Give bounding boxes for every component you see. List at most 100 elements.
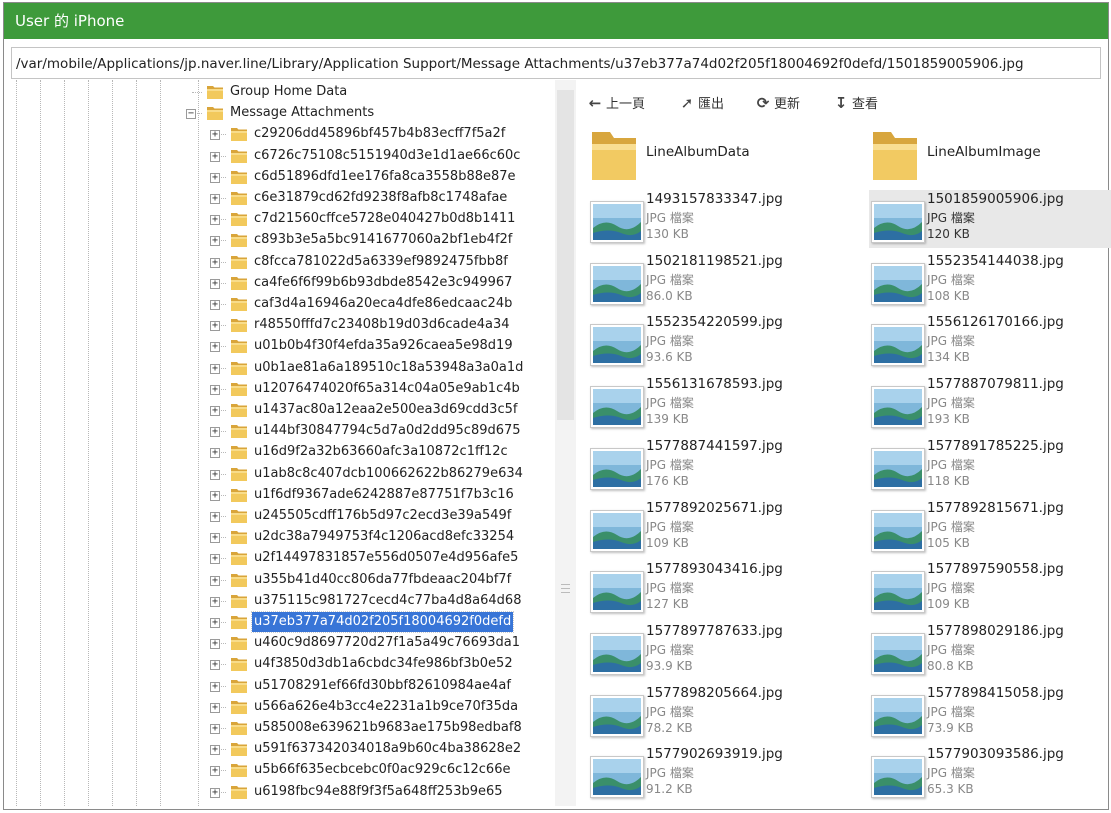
file-tile[interactable]: 1577897787633.jpg JPG 檔案 93.9 KB: [588, 622, 858, 680]
tree-node[interactable]: + u1f6df9367ade6242887e87751f7b3c16: [8, 485, 554, 505]
tree-node[interactable]: + u01b0b4f30f4efda35a926caea5e98d19: [8, 336, 554, 356]
expand-icon[interactable]: +: [210, 236, 220, 247]
folder-tile[interactable]: LineAlbumImage: [869, 126, 1111, 186]
tree-node[interactable]: + u585008e639621b9683ae175b98edbaf8: [8, 718, 554, 738]
tree-node[interactable]: + c29206dd45896bf457b4b83ecff7f5a2f: [8, 124, 554, 144]
tree-node[interactable]: + u460c9d8697720d27f1a5a49c76693da1: [8, 633, 554, 653]
expand-icon[interactable]: +: [210, 215, 220, 226]
file-tile[interactable]: 1577897590558.jpg JPG 檔案 109 KB: [869, 560, 1111, 618]
tree-node[interactable]: + r48550fffd7c23408b19d03d6cade4a34: [8, 315, 554, 335]
expand-icon[interactable]: +: [210, 575, 220, 586]
expand-icon[interactable]: +: [210, 406, 220, 416]
tree-node[interactable]: + u6198fbc94e88f9f3f5a648ff253b9e65: [8, 782, 554, 802]
expand-icon[interactable]: +: [210, 427, 220, 438]
file-tile[interactable]: 1502181198521.jpg JPG 檔案 86.0 KB: [588, 252, 858, 310]
expand-icon[interactable]: +: [210, 618, 220, 628]
refresh-button[interactable]: ⟳ 更新: [752, 92, 800, 114]
file-tile[interactable]: 1552354220599.jpg JPG 檔案 93.6 KB: [588, 313, 858, 371]
tree-node[interactable]: + c6d51896dfd1ee176fa8ca3558b88e87e: [8, 167, 554, 187]
file-tile[interactable]: 1501859005906.jpg JPG 檔案 120 KB: [869, 190, 1111, 248]
expand-icon[interactable]: +: [210, 278, 220, 289]
splitter-grip[interactable]: [561, 584, 570, 593]
file-tile[interactable]: 1493157833347.jpg JPG 檔案 130 KB: [588, 190, 858, 248]
tree-node[interactable]: + u355b41d40cc806da77fbdeaac204bf7f: [8, 570, 554, 590]
file-type: JPG 檔案: [646, 211, 694, 225]
file-tile[interactable]: 1577892815671.jpg JPG 檔案 105 KB: [869, 499, 1111, 557]
tree-node[interactable]: + u2dc38a7949753f4c1206acd8efc33254: [8, 527, 554, 547]
tree-node[interactable]: + c893b3e5a5bc9141677060a2bf1eb4f2f: [8, 230, 554, 250]
expand-icon[interactable]: +: [210, 469, 220, 480]
file-tile[interactable]: 1577898415058.jpg JPG 檔案 73.9 KB: [869, 684, 1111, 742]
back-button[interactable]: ← 上一頁: [584, 92, 645, 114]
tree-node[interactable]: + u1437ac80a12eaa2e500ea3d69cdd3c5f: [8, 400, 554, 420]
expand-icon[interactable]: +: [210, 596, 220, 607]
tree-scrollbar[interactable]: [555, 80, 576, 806]
tree-node[interactable]: + u144bf30847794c5d7a0d2dd95c89d675: [8, 421, 554, 441]
file-tile[interactable]: 1577902693919.jpg JPG 檔案 91.2 KB: [588, 745, 858, 803]
expand-icon[interactable]: +: [210, 490, 220, 501]
tree-node[interactable]: + u37eb377a74d02f205f18004692f0defd: [8, 611, 554, 633]
tree-node[interactable]: + u1ab8c8c407dcb100662622b86279e634: [8, 464, 554, 484]
tree-node[interactable]: + c7d21560cffce5728e040427b0d8b1411: [8, 209, 554, 229]
expand-icon[interactable]: +: [210, 448, 220, 459]
expand-icon[interactable]: +: [210, 151, 220, 162]
expand-icon[interactable]: +: [210, 554, 220, 565]
file-tile[interactable]: 1556131678593.jpg JPG 檔案 139 KB: [588, 375, 858, 433]
tree-node[interactable]: + u375115c981727cecd4c77ba4d8a64d68: [8, 591, 554, 611]
tree-node[interactable]: + c8fcca781022d5a6339ef9892475fbb8f: [8, 252, 554, 272]
expand-icon[interactable]: +: [210, 512, 220, 522]
expand-icon[interactable]: +: [210, 384, 220, 395]
tree-node[interactable]: + u2f14497831857e556d0507e4d956afe5: [8, 548, 554, 568]
export-button[interactable]: ➚ 匯出: [676, 92, 724, 114]
scrollbar-thumb[interactable]: [557, 90, 574, 420]
file-tile[interactable]: 1577892025671.jpg JPG 檔案 109 KB: [588, 499, 858, 557]
file-name: 1577887441597.jpg: [646, 437, 783, 454]
expand-icon[interactable]: +: [210, 724, 220, 734]
expand-icon[interactable]: +: [210, 660, 220, 671]
expand-icon[interactable]: +: [210, 257, 220, 268]
folder-tile[interactable]: LineAlbumData: [588, 126, 858, 186]
expand-icon[interactable]: +: [210, 363, 220, 374]
expand-icon[interactable]: +: [210, 130, 220, 141]
file-tile[interactable]: 1577903093586.jpg JPG 檔案 65.3 KB: [869, 745, 1111, 803]
tree-node[interactable]: − Message Attachments: [8, 103, 554, 123]
tree-node[interactable]: + u591f637342034018a9b60c4ba38628e2: [8, 739, 554, 759]
collapse-icon[interactable]: −: [186, 109, 196, 120]
expand-icon[interactable]: +: [210, 702, 220, 713]
file-tile[interactable]: 1577893043416.jpg JPG 檔案 127 KB: [588, 560, 858, 618]
file-size: 109 KB: [927, 597, 970, 612]
expand-icon[interactable]: +: [210, 342, 220, 353]
tree-node[interactable]: + caf3d4a16946a20eca4dfe86edcaac24b: [8, 294, 554, 314]
tree-node[interactable]: + u12076474020f65a314c04a05e9ab1c4b: [8, 379, 554, 399]
path-bar[interactable]: /var/mobile/Applications/jp.naver.line/L…: [11, 47, 1101, 79]
file-tile[interactable]: 1577887079811.jpg JPG 檔案 193 KB: [869, 375, 1111, 433]
tree-node[interactable]: + u4f3850d3db1a6cbdc34fe986bf3b0e52: [8, 654, 554, 674]
tree-node[interactable]: + ca4fe6f6f99b6b93dbde8542e3c949967: [8, 273, 554, 293]
tree-node[interactable]: + c6726c75108c5151940d3e1d1ae66c60c: [8, 146, 554, 166]
expand-icon[interactable]: +: [210, 300, 220, 310]
file-tile[interactable]: 1552354144038.jpg JPG 檔案 108 KB: [869, 252, 1111, 310]
expand-icon[interactable]: +: [210, 766, 220, 777]
file-tile[interactable]: 1577891785225.jpg JPG 檔案 118 KB: [869, 437, 1111, 495]
tree-node[interactable]: Group Home Data: [8, 82, 554, 102]
tree-node[interactable]: + u51708291ef66fd30bbf82610984ae4af: [8, 676, 554, 696]
expand-icon[interactable]: +: [210, 194, 220, 204]
tree-node[interactable]: + u566a626e4b3cc4e2231a1b9ce70f35da: [8, 697, 554, 717]
file-tile[interactable]: 1577887441597.jpg JPG 檔案 176 KB: [588, 437, 858, 495]
expand-icon[interactable]: +: [210, 639, 220, 650]
file-tile[interactable]: 1577898029186.jpg JPG 檔案 80.8 KB: [869, 622, 1111, 680]
expand-icon[interactable]: +: [210, 172, 220, 183]
file-tile[interactable]: 1577898205664.jpg JPG 檔案 78.2 KB: [588, 684, 858, 742]
tree-node[interactable]: + c6e31879cd62fd9238f8afb8c1748afae: [8, 188, 554, 208]
expand-icon[interactable]: +: [210, 321, 220, 332]
tree-node[interactable]: + u0b1ae81a6a189510c18a53948a3a0a1d: [8, 358, 554, 378]
expand-icon[interactable]: +: [210, 745, 220, 756]
file-tile[interactable]: 1556126170166.jpg JPG 檔案 134 KB: [869, 313, 1111, 371]
tree-node[interactable]: + u5b66f635ecbcebc0f0ac929c6c12c66e: [8, 760, 554, 780]
expand-icon[interactable]: +: [210, 533, 220, 544]
tree-node[interactable]: + u16d9f2a32b63660afc3a10872c1ff12c: [8, 442, 554, 462]
expand-icon[interactable]: +: [210, 787, 220, 798]
view-button[interactable]: ↧ 查看: [830, 92, 878, 114]
expand-icon[interactable]: +: [210, 681, 220, 692]
tree-node[interactable]: + u245505cdff176b5d97c2ecd3e39a549f: [8, 506, 554, 526]
